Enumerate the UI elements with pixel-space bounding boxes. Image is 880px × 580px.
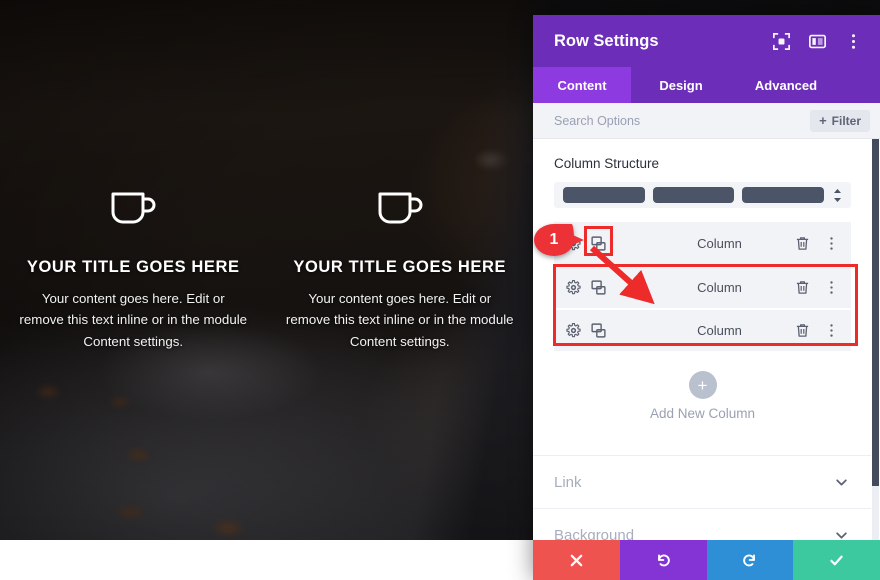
modal-title: Row Settings xyxy=(554,31,659,50)
screenshot-root: YOUR TITLE GOES HERE Your content goes h… xyxy=(0,0,880,580)
preview-column-1[interactable]: YOUR TITLE GOES HERE Your content goes h… xyxy=(0,0,267,540)
up-down-stepper-icon[interactable] xyxy=(832,188,843,203)
duplicate-icon[interactable] xyxy=(591,323,606,338)
layout-panel-icon[interactable] xyxy=(809,33,826,50)
accordion-label: Background xyxy=(554,526,635,541)
chevron-down-icon xyxy=(836,478,847,486)
duplicate-icon[interactable] xyxy=(591,236,606,251)
trash-icon[interactable] xyxy=(795,280,810,295)
modal-body: Column Structure Column Column Column + … xyxy=(533,139,880,540)
undo-arrow-icon xyxy=(657,554,670,566)
trash-icon[interactable] xyxy=(795,323,810,338)
more-vertical-icon[interactable] xyxy=(824,236,839,251)
focus-target-icon[interactable] xyxy=(773,32,790,50)
column-row-label: Column xyxy=(697,236,742,251)
structure-bar xyxy=(563,187,645,203)
gear-icon[interactable] xyxy=(566,280,581,295)
column-structure-label: Column Structure xyxy=(554,156,660,171)
column-row-label: Column xyxy=(697,280,742,295)
save-button[interactable] xyxy=(793,540,880,580)
row-right-actions xyxy=(795,236,839,251)
row-left-actions xyxy=(566,280,644,295)
cancel-button[interactable] xyxy=(533,540,620,580)
redo-button[interactable] xyxy=(706,540,794,580)
column-row-label: Column xyxy=(697,323,742,338)
row-left-actions xyxy=(566,236,644,251)
modal-footer xyxy=(533,540,880,580)
search-input[interactable] xyxy=(554,113,811,128)
preview-column-2[interactable]: YOUR TITLE GOES HERE Your content goes h… xyxy=(267,0,534,540)
chevron-down-icon xyxy=(836,531,847,539)
preview-column-body: Your content goes here. Edit or remove t… xyxy=(19,290,248,349)
accordion-item-background[interactable]: Background xyxy=(533,508,872,540)
row-settings-modal: Row Settings Content Design Advanced Sea… xyxy=(533,15,880,580)
column-row-3[interactable]: Column xyxy=(554,308,851,351)
column-structure-section: Column Structure xyxy=(533,139,872,208)
column-row-2[interactable]: Column xyxy=(554,265,851,308)
modal-scroll-area: Column Structure Column Column Column + … xyxy=(533,139,872,540)
preview-column-title: YOUR TITLE GOES HERE xyxy=(293,257,507,276)
redo-arrow-icon xyxy=(743,554,756,566)
tab-content[interactable]: Content xyxy=(533,67,631,103)
columns-list: Column Column Column xyxy=(533,222,872,351)
accordion-label: Link xyxy=(554,473,582,491)
modal-scrollbar[interactable] xyxy=(871,139,880,540)
gear-icon[interactable] xyxy=(566,236,581,251)
modal-header: Row Settings xyxy=(533,15,880,67)
check-icon xyxy=(830,555,843,565)
more-vertical-icon[interactable] xyxy=(824,323,839,338)
options-accordion: Link Background xyxy=(533,455,872,540)
tab-advanced[interactable]: Advanced xyxy=(731,67,841,103)
preview-column-body: Your content goes here. Edit or remove t… xyxy=(285,290,514,349)
add-new-column-label: Add New Column xyxy=(649,406,756,421)
search-options-bar: + Filter xyxy=(533,103,880,139)
coffee-cup-icon xyxy=(378,192,423,224)
tab-design[interactable]: Design xyxy=(631,67,731,103)
builder-preview-columns: YOUR TITLE GOES HERE Your content goes h… xyxy=(0,0,533,540)
duplicate-icon[interactable] xyxy=(591,280,606,295)
more-vertical-icon[interactable] xyxy=(824,280,839,295)
filter-button[interactable]: + Filter xyxy=(810,109,870,132)
close-x-icon xyxy=(570,554,583,566)
modal-header-actions xyxy=(773,32,862,50)
coffee-cup-icon xyxy=(111,192,156,224)
row-right-actions xyxy=(795,323,839,338)
preview-column-title: YOUR TITLE GOES HERE xyxy=(26,257,240,276)
scrollbar-thumb[interactable] xyxy=(872,139,879,486)
gear-icon[interactable] xyxy=(566,323,581,338)
plus-icon: + xyxy=(688,371,717,399)
add-new-column-action[interactable]: + Add New Column xyxy=(533,351,872,421)
structure-bar xyxy=(742,187,825,203)
accordion-item-link[interactable]: Link xyxy=(533,455,872,508)
more-vertical-icon[interactable] xyxy=(845,33,862,50)
row-left-actions xyxy=(566,323,644,338)
filter-button-label: Filter xyxy=(831,113,861,128)
undo-button[interactable] xyxy=(619,540,707,580)
row-right-actions xyxy=(795,280,839,295)
structure-bar xyxy=(652,187,735,203)
modal-tabs: Content Design Advanced xyxy=(533,67,880,103)
column-structure-selector[interactable] xyxy=(554,182,851,208)
column-row-1[interactable]: Column xyxy=(554,222,851,265)
plus-icon: + xyxy=(819,113,827,128)
trash-icon[interactable] xyxy=(795,236,810,251)
